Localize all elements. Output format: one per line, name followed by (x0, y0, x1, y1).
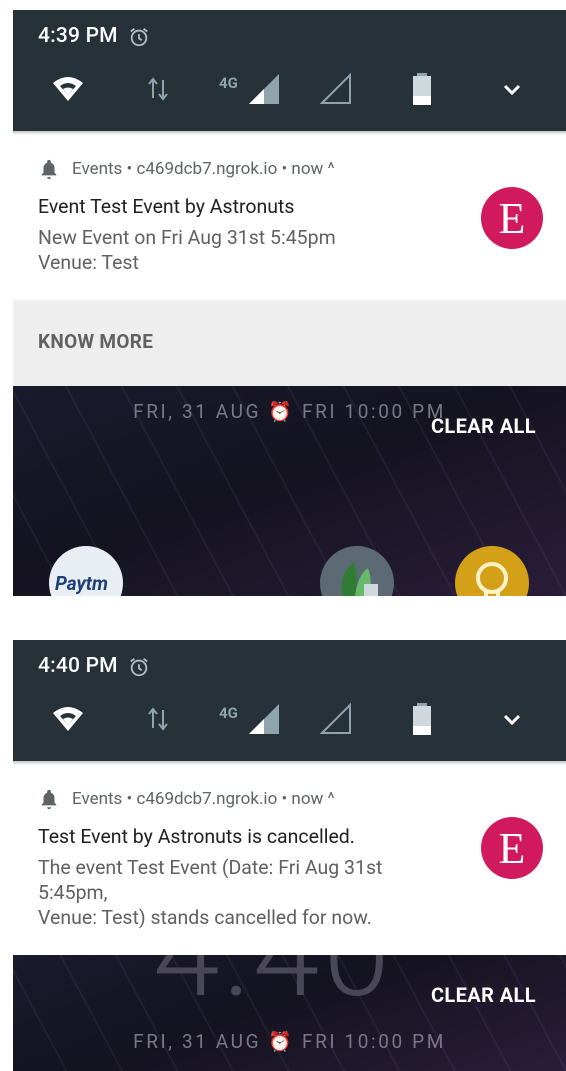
clear-all-button[interactable]: CLEAR ALL (431, 414, 536, 438)
notification-header-text: Events • c469dcb7.ngrok.io • now ^ (72, 789, 335, 809)
app-avatar: E (481, 187, 543, 249)
paytm-app-icon[interactable]: Paytm (49, 546, 123, 596)
quick-settings-bar: 4:40 PM 4G (13, 640, 566, 761)
screen-2: 4:40 PM 4G Events • c469dcb7.ngrok.io • … (13, 640, 566, 1071)
bell-icon (41, 159, 57, 180)
lockscreen-background: 4:40 CLEAR ALL FRI, 31 AUG ⏰ FRI 10:00 P… (13, 955, 566, 1071)
data-arrows-icon[interactable] (141, 72, 175, 106)
battery-icon[interactable] (405, 702, 439, 736)
lockscreen-background: FRI, 31 AUG ⏰ FRI 10:00 PM CLEAR ALL Pay… (13, 386, 566, 596)
alarm-icon (130, 28, 148, 47)
notification-header-text: Events • c469dcb7.ngrok.io • now ^ (72, 159, 335, 179)
wifi-icon[interactable] (51, 72, 85, 106)
signal-empty-icon[interactable] (319, 72, 353, 106)
data-arrows-icon[interactable] (141, 702, 175, 736)
notification-title: Test Event by Astronuts is cancelled. (38, 825, 355, 848)
notification-body: The event Test Event (Date: Fri Aug 31st… (38, 856, 383, 929)
notification-body: New Event on Fri Aug 31st 5:45pm Venue: … (38, 226, 336, 274)
network-type-label: 4G (219, 704, 238, 722)
status-time: 4:39 PM (38, 24, 118, 48)
bell-icon (41, 789, 57, 810)
clear-all-button[interactable]: CLEAR ALL (431, 983, 536, 1007)
leaf-app-icon[interactable] (320, 546, 394, 596)
notification-header: Events • c469dcb7.ngrok.io • now ^ (38, 787, 335, 811)
status-time: 4:40 PM (38, 654, 118, 678)
notification-title: Event Test Event by Astronuts (38, 195, 295, 218)
lightbulb-icon (476, 562, 508, 596)
notification-header: Events • c469dcb7.ngrok.io • now ^ (38, 157, 335, 181)
alarm-icon (130, 658, 148, 677)
notification-card[interactable]: Events • c469dcb7.ngrok.io • now ^ Test … (13, 765, 566, 955)
battery-icon[interactable] (405, 72, 439, 106)
paytm-label: Paytm (55, 572, 108, 595)
wifi-icon[interactable] (51, 702, 85, 736)
leaf-icon (341, 562, 378, 596)
lockscreen-clock: 4:40 (153, 955, 394, 1025)
network-type-label: 4G (219, 74, 238, 92)
bulb-app-icon[interactable] (455, 546, 529, 596)
chevron-down-icon[interactable] (495, 702, 529, 736)
lockscreen-date: FRI, 31 AUG ⏰ FRI 10:00 PM (133, 1030, 446, 1053)
app-avatar: E (481, 817, 543, 879)
signal-full-icon[interactable] (247, 72, 281, 106)
screen-1: 4:39 PM 4G Events • c469dcb7.ngrok.io • … (13, 10, 566, 596)
notification-actions: KNOW MORE (13, 300, 566, 386)
quick-settings-bar: 4:39 PM 4G (13, 10, 566, 131)
chevron-down-icon[interactable] (495, 72, 529, 106)
know-more-button[interactable]: KNOW MORE (38, 330, 153, 353)
signal-empty-icon[interactable] (319, 702, 353, 736)
signal-full-icon[interactable] (247, 702, 281, 736)
notification-card[interactable]: Events • c469dcb7.ngrok.io • now ^ Event… (13, 135, 566, 300)
